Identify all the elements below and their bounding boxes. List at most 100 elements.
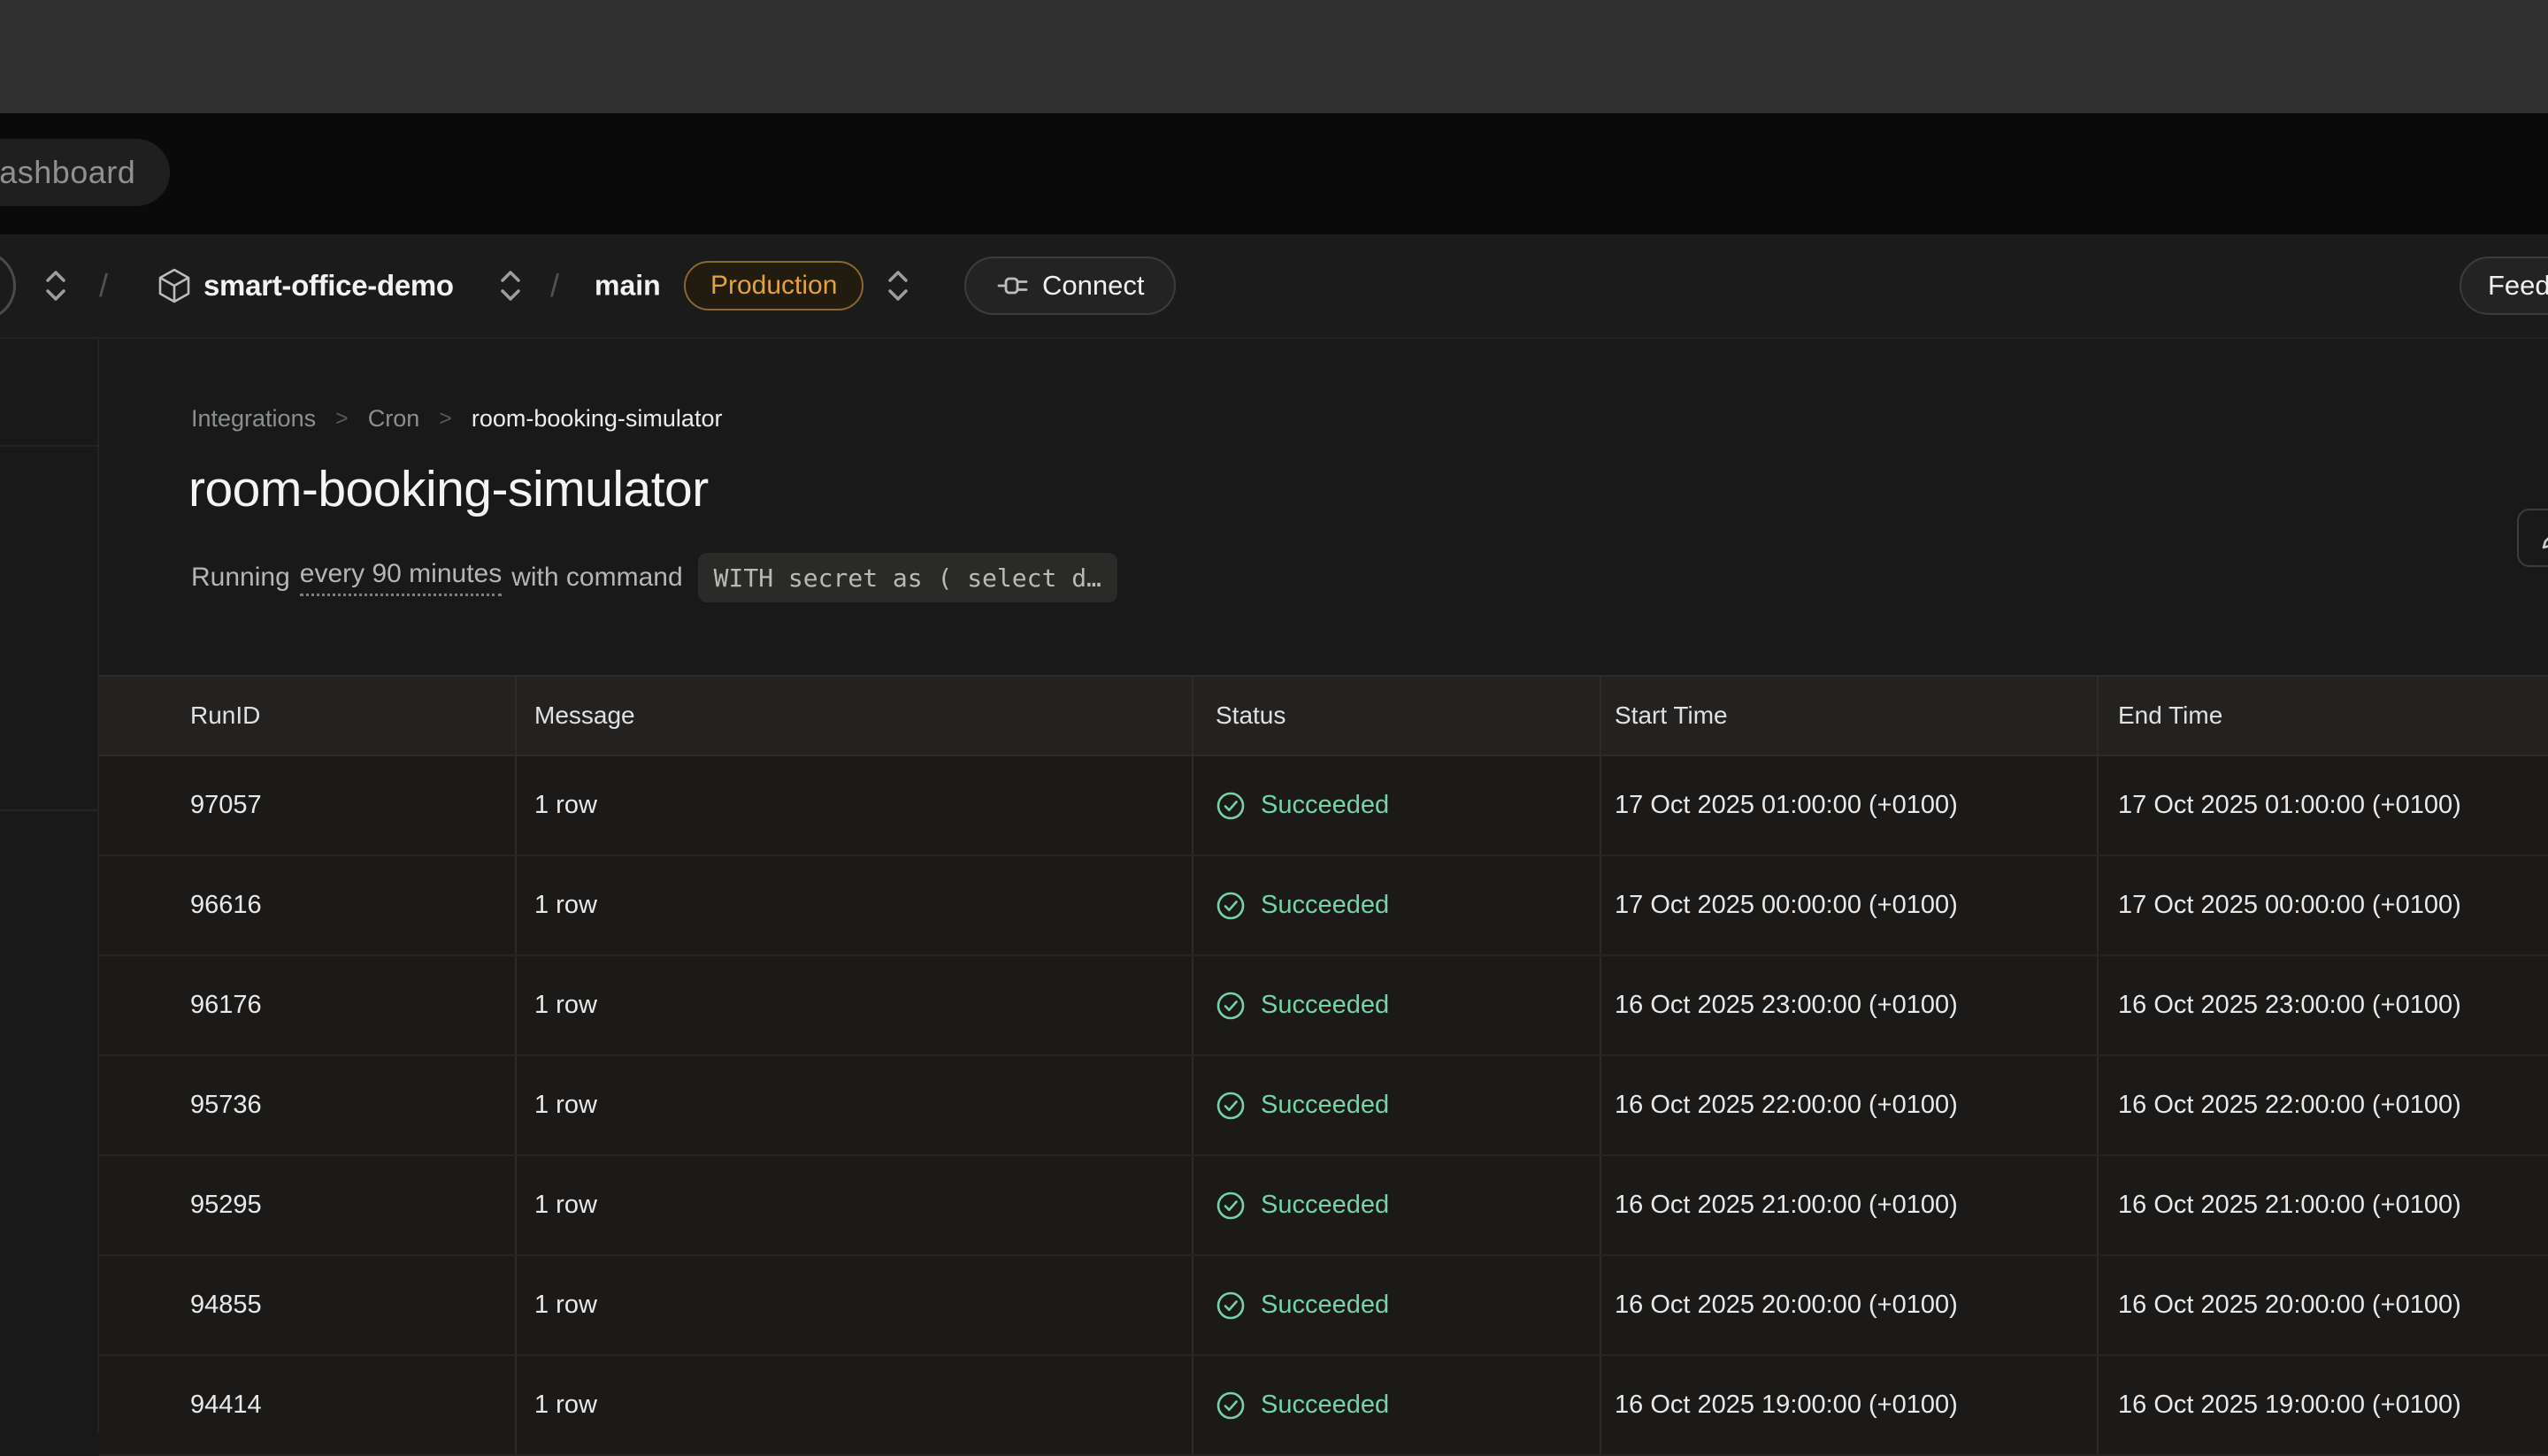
app-toolbar: / smart-office-demo / main Production Co… <box>0 234 2548 339</box>
cell-run-id: 94855 <box>99 1256 515 1354</box>
breadcrumb-separator: > <box>335 406 349 432</box>
cell-end-time: 16 Oct 2025 21:00:00 (+0100) <box>2097 1156 2548 1254</box>
table-row[interactable]: 95295 1 row Succeeded 16 Oct 2025 21:00:… <box>99 1156 2548 1256</box>
feedback-button[interactable]: Feedback <box>2460 257 2548 315</box>
breadcrumb: Integrations > Cron > room-booking-simul… <box>191 405 722 433</box>
table-header-row: RunID Message Status Start Time End Time <box>99 675 2548 756</box>
check-circle-icon <box>1216 1091 1246 1121</box>
cell-end-time: 16 Oct 2025 23:00:00 (+0100) <box>2097 956 2548 1054</box>
status-badge: Succeeded <box>1261 1391 1389 1420</box>
table-row[interactable]: 94855 1 row Succeeded 16 Oct 2025 20:00:… <box>99 1256 2548 1356</box>
environment-badge[interactable]: Production <box>684 261 863 310</box>
chevron-updown-icon[interactable] <box>883 267 913 304</box>
cube-icon <box>154 265 195 306</box>
cell-message: 1 row <box>515 956 1192 1054</box>
cell-start-time: 16 Oct 2025 20:00:00 (+0100) <box>1600 1256 2097 1354</box>
cell-start-time: 16 Oct 2025 21:00:00 (+0100) <box>1600 1156 2097 1254</box>
breadcrumb-current: room-booking-simulator <box>472 405 723 433</box>
feedback-label: Feedback <box>2488 270 2548 302</box>
breadcrumb-cron[interactable]: Cron <box>368 405 420 433</box>
schedule-subtitle: Running every 90 minutes with command WI… <box>191 552 1117 603</box>
cell-status: Succeeded <box>1192 1356 1600 1454</box>
cell-run-id: 97057 <box>99 756 515 854</box>
table-row[interactable]: 96176 1 row Succeeded 16 Oct 2025 23:00:… <box>99 956 2548 1056</box>
check-circle-icon <box>1216 891 1246 921</box>
sidebar-divider <box>0 809 97 811</box>
cell-message: 1 row <box>515 1356 1192 1454</box>
status-badge: Succeeded <box>1261 991 1389 1020</box>
cell-run-id: 96616 <box>99 856 515 954</box>
cell-run-id: 94414 <box>99 1356 515 1454</box>
connect-button[interactable]: Connect <box>964 257 1176 315</box>
browser-tabbar: dashboard <box>0 113 2548 234</box>
branch-selector[interactable]: main <box>595 270 661 303</box>
cell-end-time: 17 Oct 2025 01:00:00 (+0100) <box>2097 756 2548 854</box>
cell-status: Succeeded <box>1192 1156 1600 1254</box>
browser-tab-dashboard[interactable]: dashboard <box>0 139 170 206</box>
table-row[interactable]: 94414 1 row Succeeded 16 Oct 2025 19:00:… <box>99 1356 2548 1456</box>
cell-end-time: 16 Oct 2025 22:00:00 (+0100) <box>2097 1056 2548 1154</box>
left-sidebar <box>0 339 99 1433</box>
column-header-start: Start Time <box>1600 677 2097 755</box>
cell-start-time: 16 Oct 2025 23:00:00 (+0100) <box>1600 956 2097 1054</box>
breadcrumb-integrations[interactable]: Integrations <box>191 405 316 433</box>
cell-message: 1 row <box>515 1256 1192 1354</box>
table-row[interactable]: 96616 1 row Succeeded 17 Oct 2025 00:00:… <box>99 856 2548 956</box>
subtitle-connector: with command <box>511 563 682 593</box>
sidebar-divider <box>0 445 97 447</box>
column-header-end: End Time <box>2097 677 2548 755</box>
column-header-status: Status <box>1192 677 1600 755</box>
cell-status: Succeeded <box>1192 1056 1600 1154</box>
status-badge: Succeeded <box>1261 1291 1389 1320</box>
tab-label: dashboard <box>0 154 135 191</box>
status-badge: Succeeded <box>1261 891 1389 920</box>
status-badge: Succeeded <box>1261 791 1389 820</box>
cell-start-time: 17 Oct 2025 01:00:00 (+0100) <box>1600 756 2097 854</box>
check-circle-icon <box>1216 1191 1246 1221</box>
table-row[interactable]: 97057 1 row Succeeded 17 Oct 2025 01:00:… <box>99 756 2548 856</box>
run-table-body: 97057 1 row Succeeded 17 Oct 2025 01:00:… <box>99 756 2548 1456</box>
check-circle-icon <box>1216 791 1246 821</box>
cell-message: 1 row <box>515 756 1192 854</box>
pencil-icon <box>2538 523 2548 553</box>
path-separator: / <box>550 267 559 304</box>
cell-start-time: 16 Oct 2025 19:00:00 (+0100) <box>1600 1356 2097 1454</box>
schedule-interval[interactable]: every 90 minutes <box>300 559 502 596</box>
chevron-updown-icon[interactable] <box>41 267 71 304</box>
cell-message: 1 row <box>515 1156 1192 1254</box>
cell-start-time: 16 Oct 2025 22:00:00 (+0100) <box>1600 1056 2097 1154</box>
check-circle-icon <box>1216 1391 1246 1421</box>
path-separator: / <box>99 267 108 304</box>
cell-status: Succeeded <box>1192 1256 1600 1354</box>
workspace-selector[interactable]: smart-office-demo <box>203 269 454 303</box>
runs-table: RunID Message Status Start Time End Time… <box>99 675 2548 1456</box>
page-title: room-booking-simulator <box>188 460 709 518</box>
cell-end-time: 16 Oct 2025 20:00:00 (+0100) <box>2097 1256 2548 1354</box>
cell-end-time: 16 Oct 2025 19:00:00 (+0100) <box>2097 1356 2548 1454</box>
column-header-message: Message <box>515 677 1192 755</box>
cell-message: 1 row <box>515 1056 1192 1154</box>
cell-message: 1 row <box>515 856 1192 954</box>
subtitle-prefix: Running <box>191 563 290 593</box>
breadcrumb-separator: > <box>439 406 452 432</box>
chevron-updown-icon[interactable] <box>495 267 526 304</box>
cell-status: Succeeded <box>1192 856 1600 954</box>
cell-run-id: 95295 <box>99 1156 515 1254</box>
cell-run-id: 95736 <box>99 1056 515 1154</box>
column-header-runid: RunID <box>99 677 515 755</box>
window-titlebar <box>0 0 2548 113</box>
status-badge: Succeeded <box>1261 1091 1389 1120</box>
table-row[interactable]: 95736 1 row Succeeded 16 Oct 2025 22:00:… <box>99 1056 2548 1156</box>
cell-status: Succeeded <box>1192 956 1600 1054</box>
cell-start-time: 17 Oct 2025 00:00:00 (+0100) <box>1600 856 2097 954</box>
cell-status: Succeeded <box>1192 756 1600 854</box>
edit-button[interactable] <box>2517 509 2548 567</box>
status-badge: Succeeded <box>1261 1191 1389 1220</box>
cell-end-time: 17 Oct 2025 00:00:00 (+0100) <box>2097 856 2548 954</box>
plug-icon <box>996 269 1030 303</box>
connect-label: Connect <box>1042 270 1144 302</box>
command-snippet-chip[interactable]: WITH secret as ( select d… <box>698 553 1117 602</box>
check-circle-icon <box>1216 1291 1246 1321</box>
cell-run-id: 96176 <box>99 956 515 1054</box>
avatar[interactable] <box>0 250 16 321</box>
